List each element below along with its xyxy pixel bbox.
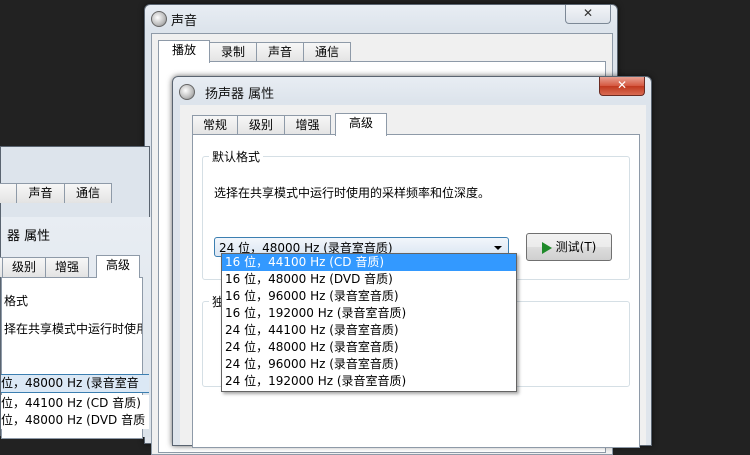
- left-option-1[interactable]: 位，44100 Hz (CD 音质): [1, 395, 149, 412]
- dialog-title: 扬声器 属性: [205, 87, 275, 102]
- play-icon: [541, 241, 552, 254]
- close-button[interactable]: ✕: [599, 77, 645, 96]
- sound-window-titlebar[interactable]: 声音 ✕: [145, 5, 617, 31]
- tab-communications[interactable]: 通信: [303, 42, 351, 62]
- left-inner-tabs: 级别 增强 高级: [0, 255, 151, 278]
- format-option[interactable]: 16 位，192000 Hz (录音室音质): [222, 305, 516, 322]
- left-group-label: 格式: [4, 294, 29, 308]
- format-option[interactable]: 24 位，192000 Hz (录音室音质): [222, 373, 516, 390]
- format-option[interactable]: 16 位，44100 Hz (CD 音质): [222, 254, 516, 271]
- left-description: 择在共享模式中运行时使用: [4, 322, 142, 336]
- tab-levels[interactable]: 级别: [237, 115, 285, 135]
- close-button[interactable]: ✕: [565, 5, 611, 24]
- test-button[interactable]: 测试(T): [526, 233, 612, 261]
- test-button-label: 测试(T): [555, 240, 597, 254]
- left-window-tabs: 声音 通信: [0, 181, 141, 203]
- left-option-2[interactable]: 位，48000 Hz (DVD 音质: [1, 412, 149, 429]
- tab-recording[interactable]: 录制: [209, 42, 257, 62]
- format-option[interactable]: 24 位，96000 Hz (录音室音质): [222, 356, 516, 373]
- tab-general[interactable]: 常规: [192, 115, 238, 135]
- tab-sounds[interactable]: 声音: [256, 42, 304, 62]
- format-option[interactable]: 16 位，96000 Hz (录音室音质): [222, 288, 516, 305]
- sound-window-tabs: 播放 录制 声音 通信: [158, 40, 458, 63]
- tab-advanced[interactable]: 高级: [335, 113, 387, 136]
- tab-communications[interactable]: 通信: [64, 183, 112, 203]
- left-inner-title: 器 属性: [7, 229, 51, 244]
- chevron-down-icon: [494, 246, 502, 250]
- left-combo-value[interactable]: 位，48000 Hz (录音室音: [1, 374, 149, 393]
- dialog-tabs: 常规 级别 增强 高级: [192, 113, 452, 136]
- tab-enhancements[interactable]: 增强: [284, 115, 331, 135]
- format-option[interactable]: 24 位，44100 Hz (录音室音质): [222, 322, 516, 339]
- tab-enhancements[interactable]: 增强: [45, 257, 89, 277]
- format-option[interactable]: 16 位，48000 Hz (DVD 音质): [222, 271, 516, 288]
- default-format-label: 默认格式: [209, 148, 264, 165]
- left-window: 声音 通信 器 属性 级别 增强 高级 格式 择在共享模式中运行时使用 位，48…: [0, 146, 151, 439]
- dialog-titlebar[interactable]: 扬声器 属性 ✕: [173, 77, 651, 103]
- tab-playback[interactable]: 播放: [158, 40, 210, 63]
- format-dropdown-list[interactable]: 16 位，44100 Hz (CD 音质) 16 位，48000 Hz (DVD…: [221, 253, 517, 392]
- tab-left-partial[interactable]: [0, 183, 17, 203]
- format-description: 选择在共享模式中运行时使用的采样频率和位深度。: [214, 186, 491, 200]
- tab-levels[interactable]: 级别: [2, 257, 46, 277]
- tab-sounds[interactable]: 声音: [16, 183, 65, 203]
- format-option[interactable]: 24 位，48000 Hz (录音室音质): [222, 339, 516, 356]
- tab-advanced[interactable]: 高级: [96, 255, 140, 278]
- speaker-icon: [151, 11, 167, 27]
- sound-window-title: 声音: [171, 14, 198, 29]
- speaker-icon: [179, 84, 195, 100]
